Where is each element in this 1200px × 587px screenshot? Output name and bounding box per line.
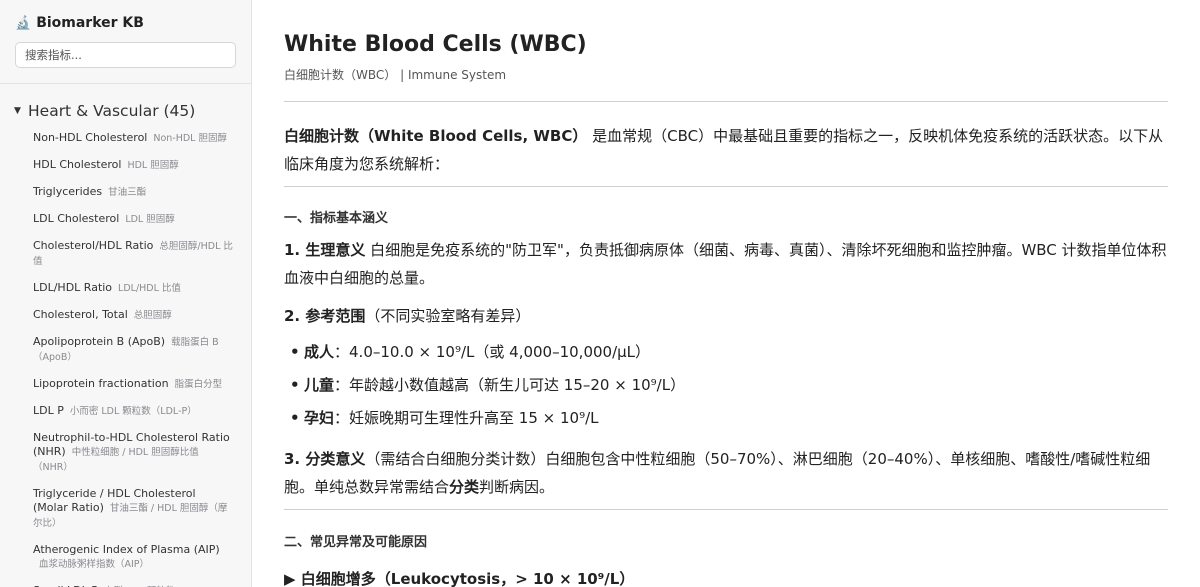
intro-bold: 白细胞计数（White Blood Cells, WBC） xyxy=(284,127,588,145)
app-window: 🔬 Biomarker KB ▼ Heart & Vascular (45) N… xyxy=(0,0,1200,587)
sidebar-item[interactable]: Lipoprotein fractionation 脂蛋白分型 xyxy=(0,377,251,392)
paragraph-label: 2. 参考范围 xyxy=(284,307,366,325)
bullet-text: ：4.0–10.0 × 10⁹/L（或 4,000–10,000/μL） xyxy=(334,343,651,361)
reference-range-item: • 成人：4.0–10.0 × 10⁹/L（或 4,000–10,000/μL） xyxy=(290,336,1168,369)
intro-paragraph: 白细胞计数（White Blood Cells, WBC） 是血常规（CBC）中… xyxy=(284,122,1168,178)
paragraph-physiology: 1. 生理意义 白细胞是免疫系统的"防卫军"，负责抵御病原体（细菌、病毒、真菌）… xyxy=(284,236,1168,292)
subheading-leukocytosis: ▶ 白细胞增多（Leukocytosis，> 10 × 10⁹/L） xyxy=(284,570,635,587)
bullet-text: ：妊娠晚期可生理性升高至 15 × 10⁹/L xyxy=(334,409,599,427)
paragraph-reference-range: 2. 参考范围（不同实验室略有差异） xyxy=(284,302,1168,330)
sidebar-item-name: Apolipoprotein B (ApoB) xyxy=(33,335,166,348)
category-label: Heart & Vascular (45) xyxy=(28,102,196,120)
reference-range-list: • 成人：4.0–10.0 × 10⁹/L（或 4,000–10,000/μL） •… xyxy=(284,336,1168,435)
sidebar-item-name: Cholesterol/HDL Ratio xyxy=(33,239,154,252)
section-heading-1: 一、指标基本涵义 xyxy=(284,211,389,226)
divider xyxy=(284,509,1168,510)
sidebar-item-name: LDL P xyxy=(33,404,64,417)
bullet-content: 成人：4.0–10.0 × 10⁹/L（或 4,000–10,000/μL） xyxy=(304,336,650,369)
bullet-text: ：年龄越小数值越高（新生儿可达 15–20 × 10⁹/L） xyxy=(334,376,686,394)
reference-range-item: • 儿童：年龄越小数值越高（新生儿可达 15–20 × 10⁹/L） xyxy=(290,369,1168,402)
sidebar-item-name: LDL/HDL Ratio xyxy=(33,281,113,294)
paragraph-text-end: 判断病因。 xyxy=(479,478,555,496)
sidebar-item[interactable]: Atherogenic Index of Plasma (AIP) 血浆动脉粥样指… xyxy=(0,543,251,572)
sidebar-item-chinese-name: HDL 胆固醇 xyxy=(127,160,179,171)
bullet-label: 孕妇 xyxy=(304,409,335,427)
paragraph-label: 3. 分类意义 xyxy=(284,450,366,468)
bullet-content: 儿童：年龄越小数值越高（新生儿可达 15–20 × 10⁹/L） xyxy=(304,369,685,402)
paragraph-label: 1. 生理意义 xyxy=(284,241,366,259)
divider xyxy=(284,186,1168,187)
sidebar-item[interactable]: HDL Cholesterol HDL 胆固醇 xyxy=(0,158,251,173)
sidebar-item[interactable]: Cholesterol/HDL Ratio 总胆固醇/HDL 比值 xyxy=(0,239,251,269)
brand-title: Biomarker KB xyxy=(36,15,144,31)
sidebar-item[interactable]: Neutrophil-to-HDL Cholesterol Ratio (NHR… xyxy=(0,431,251,475)
paragraph-text: 白细胞是免疫系统的"防卫军"，负责抵御病原体（细菌、病毒、真菌）、清除坏死细胞和… xyxy=(284,241,1167,287)
bullet-icon: • xyxy=(290,343,300,361)
bullet-icon: • xyxy=(290,376,300,394)
sidebar-item[interactable]: Triglyceride / HDL Cholesterol (Molar Ra… xyxy=(0,487,251,531)
microscope-icon: 🔬 xyxy=(15,15,32,31)
biomarker-list: Non-HDL Cholesterol Non-HDL 胆固醇 HDL Choles… xyxy=(0,131,251,587)
sidebar-item-chinese-name: 总胆固醇 xyxy=(133,310,172,321)
category-heart-vascular[interactable]: ▼ Heart & Vascular (45) xyxy=(0,84,251,123)
page-subtitle: 白细胞计数（WBC） | Immune System xyxy=(284,68,507,82)
caret-down-icon: ▼ xyxy=(14,106,21,116)
sidebar-item-name: Cholesterol, Total xyxy=(33,308,128,321)
sidebar-item-name: Triglycerides xyxy=(33,185,103,198)
divider xyxy=(284,101,1168,102)
sidebar-item[interactable]: Cholesterol, Total 总胆固醇 xyxy=(0,308,251,323)
sidebar-item-chinese-name: 甘油三酯 xyxy=(108,187,147,198)
sidebar-item-chinese-name: 脂蛋白分型 xyxy=(174,379,223,390)
sidebar-item[interactable]: LDL Cholesterol LDL 胆固醇 xyxy=(0,212,251,227)
sidebar-item[interactable]: Apolipoprotein B (ApoB) 载脂蛋白 B（ApoB） xyxy=(0,335,251,365)
sidebar-item-chinese-name: Non-HDL 胆固醇 xyxy=(153,133,227,144)
sidebar-item-name: Lipoprotein fractionation xyxy=(33,377,169,390)
paragraph-text: （需结合白细胞分类计数）白细胞包含中性粒细胞（50–70%）、淋巴细胞（20–4… xyxy=(284,450,1151,496)
search-input[interactable] xyxy=(15,42,236,68)
sidebar: 🔬 Biomarker KB ▼ Heart & Vascular (45) N… xyxy=(0,0,252,587)
paragraph-text: （不同实验室略有差异） xyxy=(365,307,531,325)
sidebar-item-name: Non-HDL Cholesterol xyxy=(33,131,148,144)
brand[interactable]: 🔬 Biomarker KB xyxy=(15,12,236,34)
page-title: White Blood Cells (WBC) xyxy=(284,32,587,57)
paragraph-emphasis: 分类 xyxy=(449,478,480,496)
section-heading-2: 二、常见异常及可能原因 xyxy=(284,535,428,550)
sidebar-item[interactable]: Non-HDL Cholesterol Non-HDL 胆固醇 xyxy=(0,131,251,146)
sidebar-item-name: HDL Cholesterol xyxy=(33,158,122,171)
sidebar-item-chinese-name: LDL 胆固醇 xyxy=(125,214,175,225)
sidebar-item-chinese-name: 小而密 LDL 颗粒数（LDL-P） xyxy=(69,406,197,417)
main-content: White Blood Cells (WBC) 白细胞计数（WBC） | Imm… xyxy=(252,0,1200,587)
sidebar-item-name: Atherogenic Index of Plasma (AIP) xyxy=(33,543,220,556)
bullet-label: 成人 xyxy=(304,343,335,361)
bullet-icon: • xyxy=(290,409,300,427)
paragraph-classification: 3. 分类意义（需结合白细胞分类计数）白细胞包含中性粒细胞（50–70%）、淋巴… xyxy=(284,445,1168,501)
sidebar-item-chinese-name: LDL/HDL 比值 xyxy=(118,283,181,294)
sidebar-header: 🔬 Biomarker KB xyxy=(0,0,251,84)
bullet-content: 孕妇：妊娠晚期可生理性升高至 15 × 10⁹/L xyxy=(304,402,599,435)
sidebar-item-chinese-name: 血浆动脉粥样指数（AIP） xyxy=(39,559,150,570)
reference-range-item: • 孕妇：妊娠晚期可生理性升高至 15 × 10⁹/L xyxy=(290,402,1168,435)
bullet-label: 儿童 xyxy=(304,376,335,394)
sidebar-item[interactable]: LDL P 小而密 LDL 颗粒数（LDL-P） xyxy=(0,404,251,419)
sidebar-item-name: LDL Cholesterol xyxy=(33,212,120,225)
sidebar-item[interactable]: LDL/HDL Ratio LDL/HDL 比值 xyxy=(0,281,251,296)
sidebar-item[interactable]: Triglycerides 甘油三酯 xyxy=(0,185,251,200)
